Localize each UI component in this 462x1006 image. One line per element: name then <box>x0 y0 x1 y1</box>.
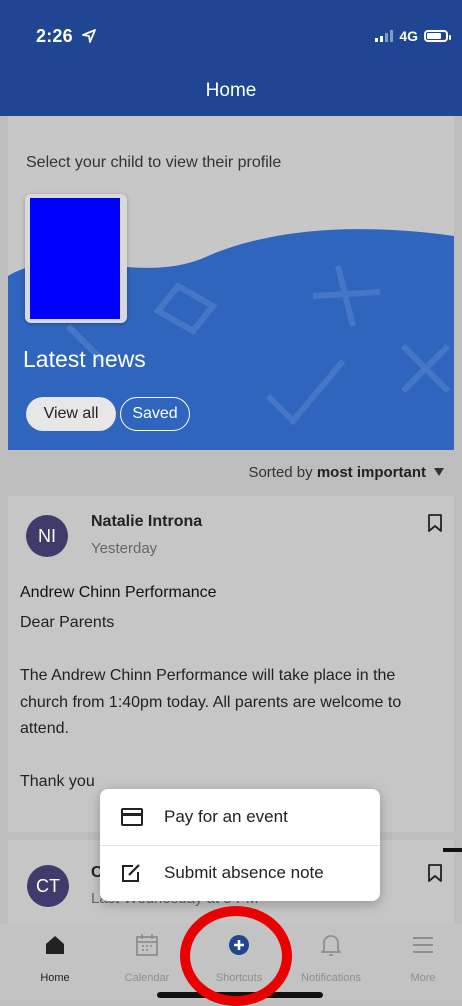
post-time: Yesterday <box>91 540 158 557</box>
sort-prefix: Sorted by <box>248 464 313 481</box>
tab-more-label: More <box>410 972 436 984</box>
status-time: 2:26 <box>36 26 96 47</box>
battery-icon <box>424 30 451 42</box>
post-body: Dear Parents The Andrew Chinn Performanc… <box>20 614 402 790</box>
child-photo <box>30 198 120 319</box>
pay-for-event-item[interactable]: Pay for an event <box>100 789 380 846</box>
bookmark-icon[interactable] <box>428 514 442 532</box>
child-profile-card[interactable] <box>25 194 127 323</box>
post-author: Natalie Introna <box>91 513 203 530</box>
submit-absence-note-label: Submit absence note <box>164 863 324 882</box>
menu-icon <box>410 932 436 958</box>
home-icon <box>42 932 68 958</box>
caret-down-icon[interactable] <box>434 468 444 476</box>
scroll-indicator <box>443 848 462 852</box>
saved-button[interactable]: Saved <box>120 397 190 431</box>
submit-absence-note-item[interactable]: Submit absence note <box>100 845 380 901</box>
bookmark-icon[interactable] <box>428 864 442 882</box>
tab-more[interactable]: More <box>377 930 462 990</box>
author-avatar: NI <box>26 515 68 557</box>
status-time-text: 2:26 <box>36 26 73 46</box>
sort-bar[interactable]: Sorted by most important <box>8 450 454 496</box>
author-avatar: CT <box>27 865 69 907</box>
tab-notifications-label: Notifications <box>301 972 361 984</box>
tab-home[interactable]: Home <box>9 930 101 990</box>
tab-calendar-label: Calendar <box>124 972 170 984</box>
card-icon <box>121 807 143 827</box>
calendar-icon <box>134 932 160 958</box>
signal-icon <box>375 30 394 42</box>
page-title: Home <box>205 80 257 101</box>
news-post[interactable]: NI Natalie Introna Yesterday Andrew Chin… <box>8 496 454 832</box>
app-bar: Home <box>0 62 462 116</box>
edit-note-icon <box>121 863 143 883</box>
highlight-circle <box>180 906 292 1006</box>
latest-news-heading: Latest news <box>23 346 146 372</box>
sort-value: most important <box>316 464 426 481</box>
tab-notifications[interactable]: Notifications <box>285 930 377 990</box>
tab-home-label: Home <box>40 972 70 984</box>
status-indicators: 4G <box>375 28 451 44</box>
view-all-button[interactable]: View all <box>26 397 116 431</box>
network-type: 4G <box>399 28 418 44</box>
status-bar: 2:26 4G <box>0 0 462 62</box>
shortcuts-menu: Pay for an event Submit absence note <box>100 789 380 901</box>
hero-section: Select your child to view their profile … <box>8 116 454 450</box>
child-select-prompt: Select your child to view their profile <box>26 154 282 171</box>
bell-icon <box>318 932 344 958</box>
sort-label[interactable]: Sorted by most important <box>248 464 426 481</box>
post-title: Andrew Chinn Performance <box>20 584 217 601</box>
pay-for-event-label: Pay for an event <box>164 807 288 826</box>
location-arrow-icon <box>82 27 96 48</box>
